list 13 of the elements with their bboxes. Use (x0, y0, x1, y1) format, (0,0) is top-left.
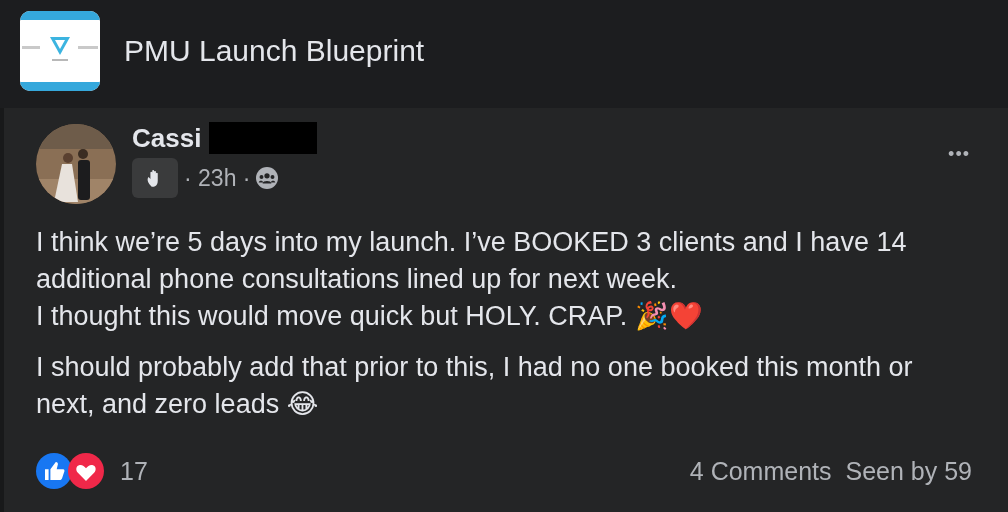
group-name[interactable]: PMU Launch Blueprint (124, 34, 425, 68)
more-options-button[interactable]: ••• (942, 140, 976, 169)
like-reaction-icon[interactable] (36, 453, 72, 489)
post-text: I think we’re 5 days into my launch. I’ve BOOKED 3 clients and I have 14 additional phone consultations lined up for next week. I thought this would move quick but HOLY. CRAP. 🎉❤ (36, 226, 908, 333)
reaction-count[interactable]: 17 (120, 456, 148, 486)
wave-badge-icon[interactable] (132, 158, 178, 198)
love-reaction-icon[interactable] (68, 453, 104, 489)
group-privacy-icon (256, 167, 279, 189)
post-text: I should probably add that prior to this, I had no one booked this month or next, and zero leads 😂 (36, 351, 914, 421)
post-time[interactable]: · 23h · (184, 164, 251, 192)
seen-by-count[interactable]: Seen by 59 (845, 456, 972, 486)
comments-link[interactable]: 4 Comments (689, 456, 832, 486)
author-name[interactable]: Cassi (132, 122, 202, 154)
